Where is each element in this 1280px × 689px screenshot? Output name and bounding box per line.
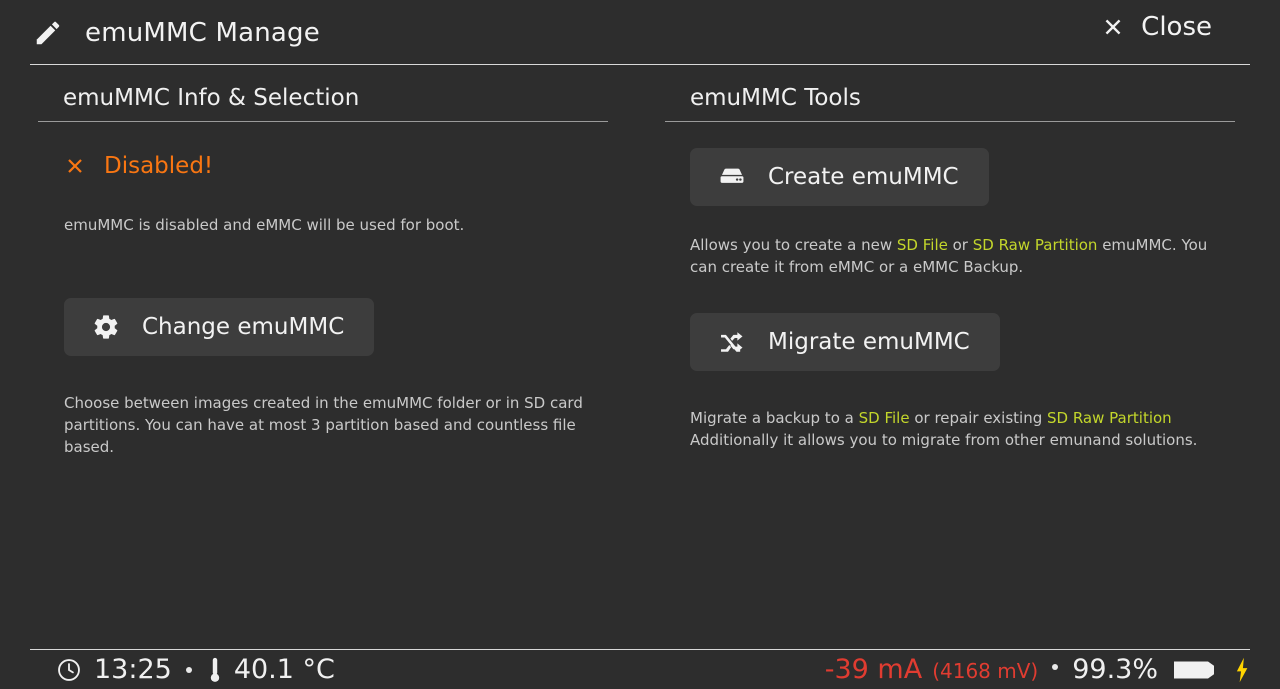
battery-icon <box>1172 657 1218 683</box>
right-panel-heading: emuMMC Tools <box>665 65 1235 121</box>
create-emummc-button-label: Create emuMMC <box>768 164 959 190</box>
emummc-tools-panel: emuMMC Tools Create emuMMC Allows you to… <box>665 65 1235 451</box>
close-button-label: Close <box>1141 12 1212 42</box>
left-panel-rule <box>38 121 608 122</box>
migrate-desc-part2: or repair existing <box>910 409 1047 427</box>
migrate-desc-highlight-sd-file: SD File <box>859 409 910 427</box>
change-emummc-button-wrapper: Change emuMMC <box>38 298 608 356</box>
emummc-info-panel: emuMMC Info & Selection Disabled! emuMMC… <box>38 65 608 458</box>
page-title: emuMMC Manage <box>85 18 320 48</box>
create-emummc-description: Allows you to create a new SD File or SD… <box>665 234 1235 278</box>
create-desc-highlight-sd-raw-partition: SD Raw Partition <box>973 236 1098 254</box>
thermometer-icon <box>206 656 224 684</box>
migrate-emummc-button[interactable]: Migrate emuMMC <box>690 313 1000 371</box>
left-panel-heading: emuMMC Info & Selection <box>38 65 608 121</box>
shuffle-icon <box>718 328 746 356</box>
status-voltage: (4168 mV) <box>932 659 1038 683</box>
migrate-desc-part1: Migrate a backup to a <box>690 409 859 427</box>
status-bar-left-group: 13:25 40.1 °C <box>56 650 335 689</box>
create-emummc-button[interactable]: Create emuMMC <box>690 148 989 206</box>
emummc-status-text: Disabled! <box>104 153 213 179</box>
right-panel-rule <box>665 121 1235 122</box>
x-mark-icon <box>64 155 86 177</box>
create-desc-highlight-sd-file: SD File <box>897 236 948 254</box>
create-desc-part1: Allows you to create a new <box>690 236 897 254</box>
content-area: emuMMC Info & Selection Disabled! emuMMC… <box>0 65 1280 645</box>
close-icon <box>1101 15 1125 39</box>
migrate-emummc-button-label: Migrate emuMMC <box>768 329 970 355</box>
status-separator-dot-1 <box>186 667 192 673</box>
change-emummc-description: Choose between images created in the emu… <box>38 392 584 458</box>
clock-icon <box>56 657 82 683</box>
status-charge-percent: 99.3% <box>1072 654 1158 685</box>
change-emummc-button[interactable]: Change emuMMC <box>64 298 374 356</box>
emummc-status-row: Disabled! <box>38 153 608 179</box>
migrate-emummc-description: Migrate a backup to a SD File or repair … <box>665 407 1235 451</box>
create-desc-part2: or <box>948 236 973 254</box>
migrate-desc-part3: Additionally it allows you to migrate fr… <box>690 431 1197 449</box>
status-bar-right-group: -39 mA (4168 mV) 99.3% <box>825 650 1252 689</box>
lightning-bolt-icon <box>1232 656 1252 684</box>
pencil-icon <box>33 18 63 48</box>
gear-icon <box>92 313 120 341</box>
title-bar: emuMMC Manage Close <box>0 0 1280 65</box>
migrate-emummc-button-wrapper: Migrate emuMMC <box>665 313 1235 371</box>
close-button[interactable]: Close <box>1101 12 1212 42</box>
status-separator-dot-2 <box>1052 664 1058 670</box>
status-current: -39 mA <box>825 654 922 685</box>
status-temperature: 40.1 °C <box>234 654 335 685</box>
hard-drive-icon <box>718 163 746 191</box>
emummc-status-description: emuMMC is disabled and eMMC will be used… <box>38 214 608 236</box>
status-bar: 13:25 40.1 °C -39 mA (4168 mV) 99.3% <box>0 650 1280 689</box>
status-time: 13:25 <box>94 654 172 685</box>
title-bar-left-group: emuMMC Manage <box>33 18 320 48</box>
create-emummc-button-wrapper: Create emuMMC <box>665 148 1235 206</box>
migrate-desc-highlight-sd-raw-partition: SD Raw Partition <box>1047 409 1172 427</box>
change-emummc-button-label: Change emuMMC <box>142 314 344 340</box>
